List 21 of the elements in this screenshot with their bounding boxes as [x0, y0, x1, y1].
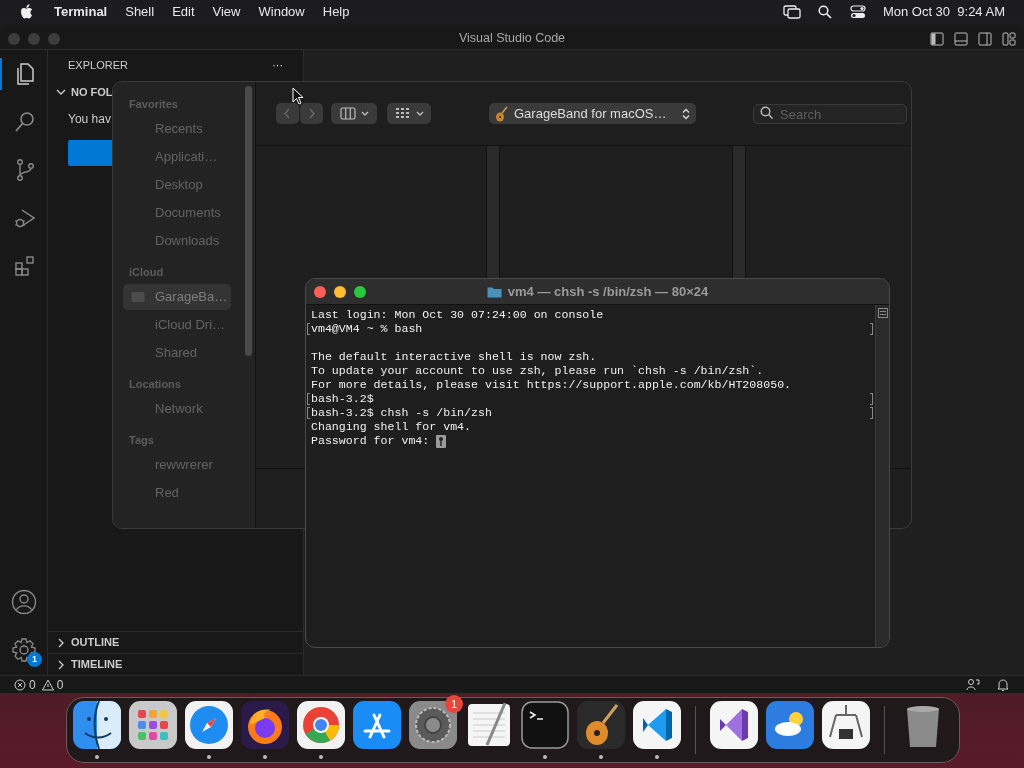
- terminal-line: Password for vm4:: [311, 434, 430, 448]
- sidebar-section-heading: Tags: [128, 433, 155, 448]
- notification-badge: 1: [27, 652, 42, 667]
- sidebar-section-heading: Favorites: [128, 97, 179, 112]
- warning-count: 0: [56, 676, 64, 693]
- terminal-line: Last login: Mon Oct 30 07:24:00 on console: [311, 308, 604, 322]
- terminal-line: Changing shell for vm4.: [311, 420, 472, 434]
- terminal-line: To update your account to use zsh, please run `chsh -s /bin/zsh`.: [311, 364, 764, 378]
- sidebar-section-heading: iCloud: [128, 265, 165, 280]
- terminal-line: The default interactive shell is now zsh.: [311, 350, 597, 364]
- terminal-line: bash-3.2$: [311, 392, 374, 406]
- notification-badge: 1: [445, 695, 463, 713]
- terminal-line: vm4@VM4 ~ % bash: [311, 322, 423, 336]
- terminal-line: bash-3.2$ chsh -s /bin/zsh: [311, 406, 492, 420]
- terminal-line: For more details, please visit https://support.apple.com/kb/HT208050.: [311, 378, 792, 392]
- window-title: Visual Studio Code: [458, 30, 566, 48]
- window-title: vm4 — chsh -s /bin/zsh — 80×24: [507, 282, 709, 301]
- error-count: 0: [29, 676, 36, 693]
- explorer-message: You hav: [68, 111, 111, 128]
- sidebar-section-heading: Locations: [128, 377, 182, 392]
- sidebar-title: EXPLORER: [68, 57, 128, 73]
